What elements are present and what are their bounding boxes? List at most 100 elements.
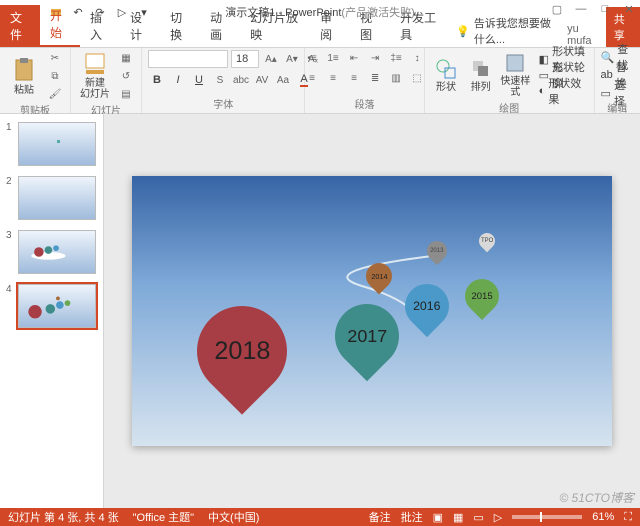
- decrease-font-button[interactable]: A▾: [283, 51, 301, 67]
- replace-icon: ab: [601, 69, 613, 81]
- group-font: 18 A▴ A▾ Aₓ B I U S abc AV Aa A 字体: [142, 48, 305, 113]
- shadow-button[interactable]: abc: [232, 72, 250, 88]
- notes-button[interactable]: 备注: [369, 509, 391, 525]
- align-center-button[interactable]: ≡: [324, 70, 342, 86]
- new-slide-button[interactable]: 新建 幻灯片: [77, 51, 113, 101]
- work-area: 1 2 3 4 201820172016201520142013TPO: [0, 114, 640, 508]
- pin-label: 2017: [347, 326, 387, 347]
- thumb-preview: [18, 230, 96, 274]
- font-size-combo[interactable]: 18: [231, 50, 259, 68]
- maximize-button[interactable]: □: [598, 2, 612, 16]
- group-clipboard: 粘贴 ✂ ⧉ 🖌 剪贴板: [0, 48, 71, 113]
- thumb-2[interactable]: 2: [0, 174, 103, 222]
- change-case-button[interactable]: Aa: [274, 72, 292, 88]
- align-right-button[interactable]: ≡: [345, 70, 363, 86]
- pin-label: 2016: [413, 299, 440, 313]
- section-button[interactable]: ▤: [117, 86, 135, 102]
- tab-insert[interactable]: 插入: [80, 5, 120, 47]
- slideshow-view-icon[interactable]: ▷: [494, 511, 502, 524]
- tell-me-text: 告诉我您想要做什么...: [474, 15, 561, 47]
- new-slide-icon: [84, 52, 106, 76]
- pin-label: TPO: [481, 238, 493, 244]
- smartart-button[interactable]: ⬚: [408, 70, 426, 86]
- slide[interactable]: 201820172016201520142013TPO: [132, 176, 612, 446]
- bold-button[interactable]: B: [148, 72, 166, 88]
- quick-label: 快速样式: [500, 76, 531, 98]
- font-name-combo[interactable]: [148, 50, 228, 68]
- window-title: 演示文稿1 - PowerPoint(产品激活失败): [225, 4, 414, 20]
- timeline-pin[interactable]: 2015: [458, 272, 506, 320]
- zoom-level[interactable]: 61%: [592, 511, 614, 523]
- comments-button[interactable]: 批注: [401, 509, 423, 525]
- copy-button[interactable]: ⧉: [46, 68, 64, 84]
- group-label: 段落: [311, 96, 417, 113]
- increase-font-button[interactable]: A▴: [262, 51, 280, 67]
- thumb-3[interactable]: 3: [0, 228, 103, 276]
- arrange-button[interactable]: 排列: [465, 50, 496, 100]
- format-painter-button[interactable]: 🖌: [46, 86, 64, 102]
- activation-note: (产品激活失败): [341, 7, 414, 19]
- tab-file[interactable]: 文件: [0, 5, 40, 47]
- indent-inc-button[interactable]: ⇥: [366, 50, 384, 66]
- effects-icon: ◐: [539, 85, 546, 97]
- normal-view-icon[interactable]: ▣: [433, 511, 443, 524]
- line-spacing-button[interactable]: ‡≡: [387, 50, 405, 66]
- shapes-button[interactable]: 形状: [431, 50, 462, 100]
- timeline-pin[interactable]: TPO: [476, 230, 499, 253]
- ribbon-home: 粘贴 ✂ ⧉ 🖌 剪贴板 新建 幻灯片 ▦ ↺ ▤ 幻灯片: [0, 48, 640, 114]
- group-drawing: 形状 排列 快速样式 ◧形状填充 ▭形状轮廓 ◐形状效果 绘图: [425, 48, 595, 113]
- thumb-preview: [18, 284, 96, 328]
- ribbon-tabs: 文件 开始 插入 设计 切换 动画 幻灯片放映 审阅 视图 开发工具 💡告诉我您…: [0, 24, 640, 48]
- search-icon: 🔍: [601, 51, 615, 64]
- group-label: 字体: [148, 96, 298, 113]
- thumb-4[interactable]: 4: [0, 282, 103, 330]
- tab-transitions[interactable]: 切换: [160, 5, 200, 47]
- reset-button[interactable]: ↺: [117, 68, 135, 84]
- shape-effects-button[interactable]: ◐形状效果: [539, 84, 588, 98]
- pin-label: 2013: [430, 248, 443, 254]
- indent-dec-button[interactable]: ⇤: [345, 50, 363, 66]
- thumb-num: 1: [6, 122, 14, 133]
- thumb-1[interactable]: 1: [0, 120, 103, 168]
- numbering-button[interactable]: 1≡: [324, 50, 342, 66]
- slide-panel[interactable]: 1 2 3 4: [0, 114, 104, 508]
- italic-button[interactable]: I: [169, 72, 187, 88]
- language[interactable]: 中文(中国): [208, 509, 259, 525]
- slide-canvas[interactable]: 201820172016201520142013TPO: [104, 114, 640, 508]
- reading-view-icon[interactable]: ▭: [473, 511, 483, 524]
- font-size-value: 18: [236, 53, 248, 65]
- tab-home[interactable]: 开始: [40, 3, 80, 47]
- close-button[interactable]: ✕: [622, 2, 636, 16]
- sorter-view-icon[interactable]: ▦: [453, 511, 463, 524]
- select-button[interactable]: ▭选择: [601, 86, 634, 100]
- ribbon-options-icon[interactable]: ▢: [550, 2, 564, 16]
- thumb-num: 2: [6, 176, 14, 187]
- bulb-icon: 💡: [456, 25, 470, 38]
- watermark: © 51CTO博客: [559, 489, 634, 506]
- tab-design[interactable]: 设计: [120, 5, 160, 47]
- justify-button[interactable]: ≣: [366, 70, 384, 86]
- align-left-button[interactable]: ≡: [303, 70, 321, 86]
- zoom-slider[interactable]: [512, 515, 582, 519]
- pin-label: 2015: [471, 291, 492, 302]
- minimize-button[interactable]: —: [574, 2, 588, 16]
- thumb-preview: [18, 122, 96, 166]
- bullets-button[interactable]: •≡: [303, 50, 321, 66]
- new-slide-label: 新建 幻灯片: [80, 78, 110, 100]
- tell-me[interactable]: 💡 告诉我您想要做什么...: [456, 15, 561, 47]
- fit-window-icon[interactable]: ⛶: [624, 511, 632, 524]
- paste-label: 粘贴: [14, 85, 34, 96]
- underline-button[interactable]: U: [190, 72, 208, 88]
- strike-button[interactable]: S: [211, 72, 229, 88]
- cut-button[interactable]: ✂: [46, 50, 64, 66]
- text-direction-button[interactable]: ↕: [408, 50, 426, 66]
- shapes-label: 形状: [436, 82, 456, 93]
- theme-name: "Office 主题": [133, 509, 194, 525]
- paste-button[interactable]: 粘贴: [6, 51, 42, 101]
- clipboard-icon: [13, 57, 35, 83]
- columns-button[interactable]: ▥: [387, 70, 405, 86]
- char-spacing-button[interactable]: AV: [253, 72, 271, 88]
- timeline-path: [132, 176, 432, 326]
- quick-styles-button[interactable]: 快速样式: [500, 50, 531, 100]
- layout-button[interactable]: ▦: [117, 50, 135, 66]
